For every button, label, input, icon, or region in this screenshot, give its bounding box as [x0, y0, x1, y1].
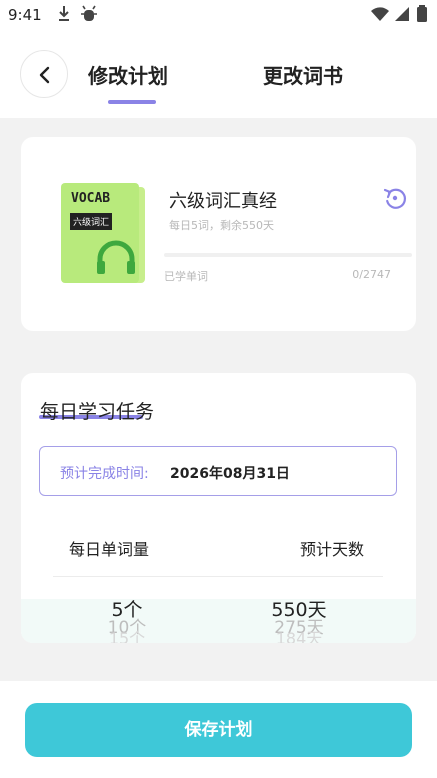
words-picker-option[interactable]: 15个: [67, 625, 187, 643]
book-cover: VOCAB 六级词汇: [61, 183, 139, 283]
tab-modify-plan[interactable]: 修改计划: [88, 60, 168, 89]
days-picker-option[interactable]: 184天: [239, 625, 359, 643]
daily-words-header: 每日单词量: [69, 540, 150, 559]
back-button[interactable]: [20, 50, 68, 98]
headphones-icon: [97, 240, 135, 274]
daily-task-card: 每日学习任务 预计完成时间: 2026年08月31日 每日单词量 预计天数 5个…: [21, 373, 416, 643]
battery-icon: [416, 4, 428, 28]
current-book-card: VOCAB 六级词汇 六级词汇真经 每日5词，剩余550天 已学单词 0/274…: [21, 137, 416, 331]
reset-progress-button[interactable]: [383, 186, 407, 210]
download-icon: [57, 4, 71, 28]
signal-icon: [394, 4, 410, 28]
book-cover-tag: 六级词汇: [70, 213, 113, 230]
learned-words-label: 已学单词: [164, 270, 208, 283]
learning-progress-bar: [164, 253, 412, 257]
completion-date-label: 预计完成时间:: [60, 466, 149, 482]
completion-date-value: 2026年08月31日: [170, 466, 290, 482]
book-name: 六级词汇真经: [169, 191, 277, 212]
daily-task-title: 每日学习任务: [40, 401, 155, 423]
learned-words-count: 0/2747: [352, 268, 391, 281]
chevron-left-icon: [39, 66, 50, 84]
refresh-icon: [383, 188, 407, 209]
top-nav: 修改计划 更改词书: [0, 34, 437, 118]
divider: [53, 576, 383, 577]
bug-icon: [80, 4, 98, 28]
wifi-icon: [370, 4, 390, 28]
save-plan-button[interactable]: 保存计划: [25, 703, 412, 757]
estimated-days-header: 预计天数: [300, 540, 365, 559]
book-plan-summary: 每日5词，剩余550天: [169, 219, 274, 232]
completion-date-box: 预计完成时间: 2026年08月31日: [39, 446, 397, 496]
status-bar: 9:41: [0, 0, 437, 34]
book-cover-title: VOCAB: [71, 191, 111, 206]
active-tab-indicator: [108, 100, 156, 104]
status-time: 9:41: [8, 6, 42, 24]
tab-change-book[interactable]: 更改词书: [263, 60, 343, 89]
bottom-action-bar: 保存计划: [0, 681, 437, 778]
